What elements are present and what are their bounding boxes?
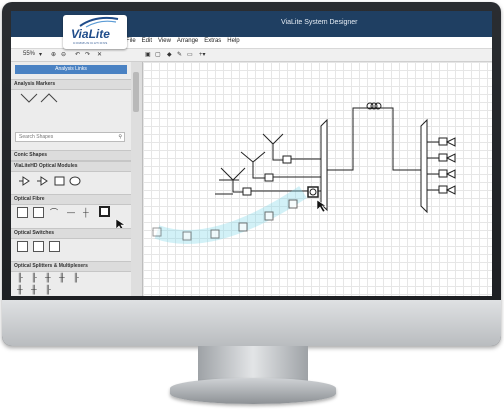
splitter-shape-4[interactable]: ╫ [59, 274, 65, 282]
menu-file[interactable]: File [126, 38, 136, 44]
zoom-select[interactable]: 55% [23, 51, 35, 57]
diagram-canvas[interactable] [143, 62, 492, 296]
monitor-stand-neck [198, 346, 308, 382]
toolbar: 55% ▾ ⊕ ⊖ ↶ ↷ ✕ ▣ ▢ ◆ ✎ ▭ +▾ [11, 49, 492, 62]
logo-text: ViaLite [71, 27, 110, 41]
fibre-shape-3[interactable]: ⌒ [50, 209, 58, 217]
monitor-stand-base [170, 378, 336, 404]
insert-icon[interactable]: +▾ [199, 51, 206, 58]
system-diagram [152, 102, 456, 244]
section-optical-modules[interactable]: ViaLiteHD Optical Modules [11, 161, 131, 172]
search-placeholder: Search Shapes [19, 134, 54, 140]
switch-shape-1[interactable] [17, 241, 28, 252]
ghost-spool-5 [264, 211, 274, 221]
app-title: ViaLite System Designer [281, 19, 358, 26]
delete-icon[interactable]: ✕ [97, 51, 102, 58]
menu-edit[interactable]: Edit [142, 38, 152, 44]
drag-trail [154, 186, 307, 244]
shape-sidebar: Analysis Links Analysis Markers Search S… [11, 62, 132, 296]
sidebar-scrollbar[interactable] [131, 62, 143, 296]
zoom-in-icon[interactable]: ⊕ [51, 51, 56, 58]
splitter-shape-3[interactable]: ╫ [45, 274, 51, 282]
shadow-icon[interactable]: ▭ [187, 51, 193, 58]
to-back-icon[interactable]: ▢ [155, 51, 161, 58]
search-icon[interactable]: ⚲ [115, 133, 122, 141]
tab-analysis-links[interactable]: Analysis Links [15, 65, 127, 74]
antenna-feed-1 [262, 133, 284, 161]
splitter-block [320, 118, 328, 212]
line-icon[interactable]: ✎ [177, 51, 182, 58]
menu-view[interactable]: View [158, 38, 171, 44]
fibre-shape-4[interactable]: — [67, 209, 75, 217]
switch-shape-2[interactable] [33, 241, 44, 252]
menu-arrange[interactable]: Arrange [177, 38, 198, 44]
splitter-shape-6[interactable]: ╫ [17, 286, 23, 294]
redo-icon[interactable]: ↷ [85, 51, 90, 58]
splitter-shape-1[interactable]: ╟ [17, 274, 23, 282]
zoom-out-icon[interactable]: ⊖ [61, 51, 66, 58]
ghost-spool-6 [288, 199, 298, 209]
logo-subtext: COMMUNICATIONS [73, 41, 108, 45]
menu-help[interactable]: Help [227, 38, 239, 44]
splitter-shape-8[interactable]: ╟ [45, 286, 51, 294]
fibre-shape-1[interactable] [17, 207, 28, 218]
screen: ViaLite System Designer File Edit View A… [11, 11, 492, 296]
ghost-spool-4 [238, 222, 248, 232]
section-optical-splitters[interactable]: Optical Splitters & Multiplexers [11, 261, 131, 272]
fibre-spool-shape[interactable] [99, 206, 110, 217]
section-optical-fibre[interactable]: Optical Fibre [11, 194, 131, 205]
section-conic-shapes[interactable]: Conic Shapes [11, 150, 131, 161]
menu-extras[interactable]: Extras [204, 38, 221, 44]
antenna-feed-2 [240, 151, 266, 179]
fill-icon[interactable]: ◆ [167, 51, 172, 58]
to-front-icon[interactable]: ▣ [145, 51, 151, 58]
splitter-shape-7[interactable]: ╫ [31, 286, 37, 294]
vialite-logo: ViaLite COMMUNICATIONS [63, 15, 127, 49]
monitor-chin [2, 300, 501, 346]
scrollbar-thumb[interactable] [133, 72, 139, 112]
splitter-shape-2[interactable]: ╟ [31, 274, 37, 282]
splitter-shape-5[interactable]: ╟ [73, 274, 79, 282]
fibre-shape-2[interactable] [33, 207, 44, 218]
section-analysis-markers[interactable]: Analysis Markers [11, 79, 131, 90]
bus-line [327, 107, 421, 171]
mux-block [420, 118, 428, 214]
section-optical-switches[interactable]: Optical Switches [11, 228, 131, 239]
optical-module-shapes[interactable] [17, 174, 87, 188]
switch-shape-3[interactable] [49, 241, 60, 252]
fibre-shape-5[interactable]: ┼ [83, 209, 89, 217]
ghost-spool-1 [152, 227, 162, 237]
search-shapes-input[interactable]: Search Shapes ⚲ [15, 132, 125, 142]
undo-icon[interactable]: ↶ [75, 51, 80, 58]
ghost-spool-3 [210, 229, 220, 239]
ghost-spool-2 [182, 231, 192, 241]
analysis-marker-shape[interactable] [19, 92, 59, 106]
chevron-down-icon[interactable]: ▾ [39, 51, 42, 58]
